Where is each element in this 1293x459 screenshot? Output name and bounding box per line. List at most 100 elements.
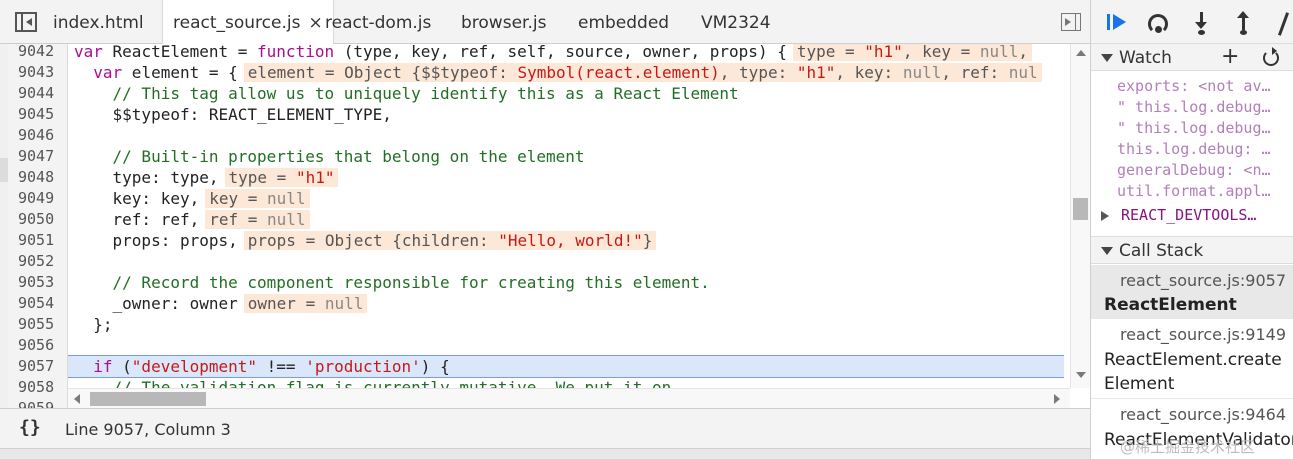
line-number[interactable]: 9058 [18, 377, 72, 398]
scroll-left-icon[interactable] [74, 394, 80, 404]
resume-icon [1113, 14, 1126, 30]
code-token: Symbol(react.element) [517, 63, 720, 82]
call-stack-header[interactable]: Call Stack [1091, 236, 1293, 264]
tab-react-source-js[interactable]: react_source.js × [162, 0, 334, 45]
line-number[interactable]: 9056 [18, 335, 72, 356]
line-number[interactable]: 9043 [18, 62, 72, 83]
horizontal-scrollbar[interactable] [68, 388, 1070, 408]
code-line[interactable]: $$typeof: REACT_ELEMENT_TYPE, [74, 104, 1070, 125]
step-over-button[interactable] [1146, 10, 1172, 36]
code-token: ) { [420, 357, 450, 376]
watch-expression[interactable]: generalDebug: <n… [1117, 160, 1292, 181]
code-token: "h1" [796, 63, 836, 82]
code-token: "development" [131, 357, 258, 376]
line-number[interactable]: 9044 [18, 83, 72, 104]
scroll-right-icon[interactable] [1054, 394, 1060, 404]
code-line[interactable]: // Built-in properties that belong on th… [74, 146, 1070, 167]
call-frame-location[interactable]: react_source.js:9057 [1120, 271, 1286, 290]
scroll-thumb[interactable] [1073, 198, 1088, 220]
line-number[interactable]: 9059 [18, 398, 72, 408]
call-frame[interactable]: react_source.js:9149 ReactElement.create… [1091, 319, 1293, 399]
close-tab-icon[interactable]: × [308, 13, 322, 33]
code-line[interactable]: _owner: owner owner = null [74, 293, 1070, 314]
scroll-down-icon[interactable] [1076, 372, 1086, 378]
toggle-debugger-sidebar-icon[interactable] [1061, 13, 1081, 31]
code-line[interactable]: // Record the component responsible for … [74, 272, 1070, 293]
code-line[interactable]: // This tag allow us to uniquely identif… [74, 83, 1070, 104]
code-token: null [902, 63, 942, 82]
line-number[interactable]: 9051 [18, 230, 72, 251]
step-out-button[interactable] [1231, 10, 1257, 36]
line-number-gutter[interactable]: 9042 9043 9044 9045 9046 9047 9048 9049 … [8, 44, 68, 408]
code-line[interactable]: var ReactElement = function (type, key, … [74, 44, 1070, 62]
resume-icon [1107, 14, 1110, 30]
step-into-icon [1198, 30, 1205, 35]
toggle-navigator-icon[interactable] [15, 12, 37, 32]
code-token: null [267, 189, 306, 208]
code-line[interactable]: var element = {element = Object {$$typeo… [74, 62, 1070, 83]
code-token: key = [209, 189, 268, 208]
editor-status-bar: {} Line 9057, Column 3 [0, 408, 1090, 448]
watch-expression[interactable]: util.format.appl… [1117, 181, 1292, 202]
watch-expression-expandable[interactable]: REACT_DEVTOOLS… [1101, 205, 1276, 226]
resume-button[interactable] [1103, 10, 1129, 36]
code-line[interactable]: }; [74, 314, 1070, 335]
chevron-right-icon[interactable] [1101, 210, 1109, 221]
line-number[interactable]: 9049 [18, 188, 72, 209]
code-token: nul [1008, 63, 1038, 82]
editor-tab-bar: index.html react_source.js × react-dom.js… [0, 0, 1090, 45]
tab-label: react-dom.js [325, 13, 432, 33]
line-number[interactable]: 9048 [18, 167, 72, 188]
watch-title: Watch [1119, 48, 1172, 68]
code-line[interactable]: props: props, props = Object {children: "… [74, 230, 1070, 251]
step-out-icon [1237, 11, 1249, 18]
tab-react-dom-js[interactable]: react-dom.js [325, 0, 431, 44]
line-number[interactable]: 9054 [18, 293, 72, 314]
scroll-up-icon[interactable] [1076, 50, 1086, 56]
pretty-print-button[interactable]: {} [19, 417, 41, 438]
tab-label: VM2324 [701, 13, 771, 33]
scroll-thumb[interactable] [90, 392, 206, 406]
watch-expression-label: REACT_DEVTOOLS… [1121, 206, 1257, 224]
add-watch-button[interactable]: + [1221, 45, 1239, 69]
line-number[interactable]: 9055 [18, 314, 72, 335]
tab-label: embedded [578, 13, 670, 33]
watch-expression[interactable]: " this.log.debug… [1117, 118, 1292, 139]
drawer-edge [0, 448, 1090, 459]
line-number[interactable]: 9042 [18, 44, 72, 62]
call-stack-title: Call Stack [1119, 241, 1204, 261]
tab-embedded[interactable]: embedded [578, 0, 669, 44]
line-number[interactable]: 9053 [18, 272, 72, 293]
line-number[interactable]: 9046 [18, 125, 72, 146]
call-frame-location[interactable]: react_source.js:9464 [1120, 405, 1286, 424]
tab-index-html[interactable]: index.html [53, 0, 144, 44]
watch-expression[interactable]: this.log.debug: … [1117, 139, 1292, 160]
watch-expression[interactable]: " this.log.debug… [1117, 97, 1292, 118]
vertical-scrollbar[interactable] [1070, 44, 1090, 388]
watch-expression[interactable]: exports: <not av… [1117, 76, 1292, 97]
line-number[interactable]: 9050 [18, 209, 72, 230]
tab-vm2324[interactable]: VM2324 [701, 0, 771, 44]
code-line[interactable]: key: key, key = null [74, 188, 1070, 209]
tab-browser-js[interactable]: browser.js [461, 0, 546, 44]
sources-editor: index.html react_source.js × react-dom.js… [0, 0, 1090, 459]
inline-value: element = Object {$$typeof: Symbol(react… [243, 63, 1042, 82]
deactivate-breakpoints-button[interactable] [1271, 10, 1293, 36]
line-number[interactable]: 9057 [18, 356, 72, 377]
call-frame-location[interactable]: react_source.js:9149 [1120, 325, 1286, 344]
inline-value: type = "h1" [224, 168, 339, 187]
tab-label: react_source.js [173, 13, 301, 33]
watch-header[interactable]: Watch + [1091, 43, 1293, 71]
code-token: var [93, 63, 123, 82]
code-line[interactable]: type: type, type = "h1" [74, 167, 1070, 188]
step-into-button[interactable] [1189, 10, 1215, 36]
line-number[interactable]: 9047 [18, 146, 72, 167]
line-number[interactable]: 9045 [18, 104, 72, 125]
code-line[interactable]: ref: ref, ref = null [74, 209, 1070, 230]
paused-execution-line[interactable]: if ("development" !== 'production') { [68, 355, 1064, 378]
code-editor[interactable]: 9042 9043 9044 9045 9046 9047 9048 9049 … [0, 44, 1090, 408]
call-frame-selected[interactable]: react_source.js:9057 ReactElement [1091, 265, 1293, 319]
line-number[interactable]: 9052 [18, 251, 72, 272]
refresh-icon[interactable] [1263, 47, 1279, 66]
code-token: ( [112, 357, 132, 376]
